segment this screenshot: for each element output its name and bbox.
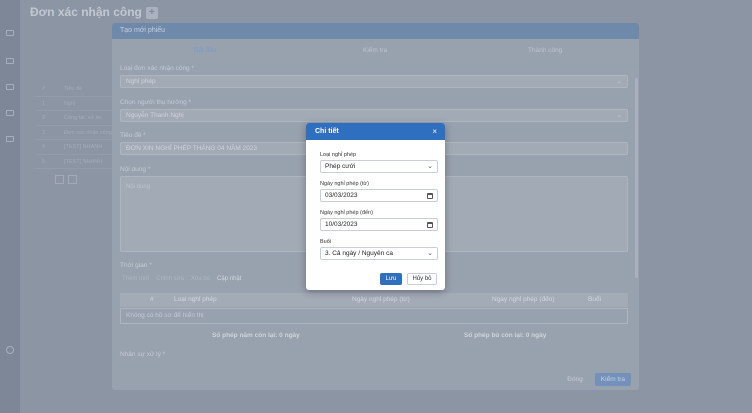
content-label: Nội dung * (120, 166, 151, 173)
modal-footer: Đóng Kiểm tra (561, 373, 631, 386)
chevron-down-icon: ⌄ (616, 112, 622, 119)
dialog-footer: Lưu Hủy bỏ (380, 273, 437, 285)
session-label: Buổi (320, 239, 332, 245)
users-icon[interactable] (6, 110, 14, 116)
settings-icon[interactable] (6, 346, 14, 354)
beneficiary-label: Chọn người thụ hưởng * (120, 99, 192, 106)
dialog-title: Chi tiết (315, 128, 339, 135)
add-row-button[interactable]: Thêm mới (122, 276, 149, 282)
scrollbar[interactable] (635, 78, 638, 278)
calendar-icon[interactable] (6, 136, 14, 142)
chevron-down-icon: ⌄ (427, 163, 433, 170)
leave-type-label: Loại nghỉ phép (320, 152, 357, 158)
remaining-annual: Số phép năm còn lại: 0 ngày (212, 332, 300, 339)
detail-dialog: Chi tiết × Loại nghỉ phép Phép cưới ⌄ Ng… (306, 123, 445, 290)
check-button[interactable]: Kiểm tra (594, 373, 631, 386)
pagination (55, 175, 77, 184)
chevron-down-icon: ⌄ (427, 250, 433, 257)
date-to-input[interactable]: 10/03/2023 (320, 218, 438, 231)
step-success: Thành công (528, 47, 563, 54)
time-label: Thời gian * (120, 262, 152, 269)
step-check: Kiểm tra (363, 47, 388, 54)
stepper: Bắt đầu Kiểm tra Thành công (112, 39, 639, 61)
modal-title: Tạo mới phiếu (112, 23, 639, 39)
background-table: # Tiêu đề 1 Nghỉ 2 Công tác xử án 3 Đơn xác … (36, 82, 115, 169)
table-row[interactable]: 2 Công tác xử án (36, 111, 115, 126)
empty-row: Không có hồ sơ để hiển thị (120, 308, 628, 324)
handler-label: Nhân sự xử lý * (120, 351, 166, 358)
leave-type-select[interactable]: Phép cưới ⌄ (320, 160, 438, 173)
close-button[interactable]: Đóng (561, 373, 589, 386)
delete-row-button[interactable]: Xóa bỏ (191, 276, 210, 282)
step-start: Bắt đầu (194, 47, 217, 54)
home-icon[interactable] (6, 58, 14, 64)
table-row[interactable]: 3 Đơn xác nhận công (36, 126, 115, 140)
title-label: Tiêu đề * (120, 132, 146, 139)
dialog-header: Chi tiết × (306, 123, 445, 140)
calendar-icon[interactable] (427, 222, 433, 228)
menu-icon[interactable] (6, 30, 14, 36)
table-row[interactable]: 5 [TEST] NHANH (36, 155, 115, 169)
table-row[interactable]: 4 [TEST] NHANH (36, 140, 115, 155)
edit-row-button[interactable]: Chỉnh sửa (156, 276, 184, 282)
update-button[interactable]: Cập nhật (217, 276, 241, 282)
add-button[interactable]: + (145, 6, 158, 19)
remaining-comp: Số phép bù còn lại: 0 ngày (464, 332, 547, 339)
beneficiary-select[interactable]: Nguyễn Thanh Nghị ⌄ (120, 109, 628, 122)
sidebar (0, 0, 20, 413)
type-label: Loại đơn xác nhận công * (120, 65, 195, 72)
session-select[interactable]: 3. Cả ngày / Nguyên ca ⌄ (320, 247, 438, 260)
date-from-label: Ngày nghỉ phép (từ) (320, 181, 369, 187)
cancel-button[interactable]: Hủy bỏ (407, 273, 437, 285)
save-button[interactable]: Lưu (380, 273, 402, 285)
table-row: # Tiêu đề (36, 82, 115, 97)
page-title: Đơn xác nhận công + (30, 5, 158, 19)
page-next-button[interactable] (68, 175, 77, 184)
table-row[interactable]: 1 Nghỉ (36, 97, 115, 111)
document-icon[interactable] (6, 84, 14, 90)
date-to-label: Ngày nghỉ phép (đến) (320, 210, 373, 216)
chevron-down-icon: ⌄ (616, 78, 622, 85)
time-table-header: # Loại nghỉ phép Ngày nghỉ phép (từ) Ngà… (120, 293, 628, 307)
close-icon[interactable]: × (432, 123, 437, 140)
date-from-input[interactable]: 03/03/2023 (320, 189, 438, 202)
time-toolbar: Thêm mới Chỉnh sửa Xóa bỏ Cập nhật (122, 276, 241, 282)
type-select[interactable]: Nghỉ phép ⌄ (120, 75, 628, 88)
calendar-icon[interactable] (427, 193, 433, 199)
page-prev-button[interactable] (55, 175, 64, 184)
